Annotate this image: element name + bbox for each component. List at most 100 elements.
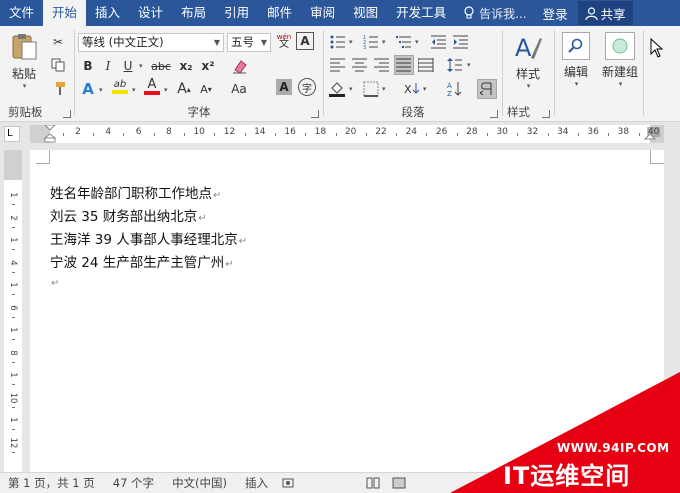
indent-marker-icon[interactable] — [43, 125, 57, 143]
highlight-button[interactable]: ab — [110, 77, 130, 97]
clipboard-launcher-icon[interactable] — [63, 110, 71, 118]
enclose-characters-button[interactable]: 字 — [298, 78, 316, 96]
tab-design[interactable]: 设计 — [129, 0, 172, 26]
paragraph-launcher-icon[interactable] — [490, 110, 498, 118]
document-line[interactable]: 刘云 35 财务部出纳北京↵ — [50, 205, 207, 225]
new-group-dropdown-icon[interactable]: ▾ — [599, 80, 642, 88]
character-shading-button[interactable]: A — [276, 79, 292, 95]
separator — [323, 30, 324, 116]
font-color-dropdown-icon[interactable]: ▾ — [164, 86, 168, 94]
document-line[interactable]: 宁波 24 生产部生产主管广州↵ — [50, 251, 234, 271]
text-effects-button[interactable]: A — [78, 79, 98, 99]
line-spacing-icon[interactable] — [445, 55, 465, 75]
share-button[interactable]: 共享 — [577, 1, 633, 25]
document-line[interactable]: ↵ — [50, 274, 59, 290]
read-mode-icon[interactable] — [366, 477, 380, 489]
paste-button[interactable]: 粘贴 ▾ — [6, 32, 42, 90]
print-layout-icon[interactable] — [392, 477, 406, 489]
editing-dropdown-icon[interactable]: ▾ — [559, 80, 594, 88]
text-effects-dropdown-icon[interactable]: ▾ — [99, 86, 103, 94]
ruler-tick-label: 8 — [166, 127, 172, 137]
shading-bucket-icon[interactable] — [328, 79, 348, 99]
character-border-button[interactable]: A — [296, 32, 314, 50]
styles-launcher-icon[interactable] — [542, 110, 550, 118]
change-case-button[interactable]: Aa — [226, 79, 252, 99]
format-painter-icon[interactable] — [48, 78, 68, 98]
line-spacing-dropdown-icon[interactable]: ▾ — [467, 61, 471, 69]
ruler-tick-mark — [365, 133, 367, 136]
paste-dropdown-icon[interactable]: ▾ — [7, 82, 42, 90]
bullets-icon[interactable] — [328, 32, 348, 52]
justify-icon[interactable] — [394, 55, 414, 75]
cut-icon[interactable]: ✂ — [48, 32, 68, 52]
tab-developer[interactable]: 开发工具 — [387, 0, 455, 26]
vertical-ruler[interactable]: 1 2 1 4 1 6 1 8 1 10 1 12 — [4, 150, 22, 472]
font-size-dropdown[interactable]: 五号 ▼ — [227, 33, 271, 52]
login-button[interactable]: 登录 — [535, 4, 576, 23]
align-left-icon[interactable] — [328, 55, 348, 75]
underline-button[interactable]: U — [118, 56, 138, 76]
borders-dropdown-icon[interactable]: ▾ — [382, 85, 386, 93]
sort-icon[interactable]: AZ — [445, 79, 465, 99]
distributed-icon[interactable] — [416, 55, 436, 75]
bold-button[interactable]: B — [78, 56, 98, 76]
copy-icon[interactable] — [48, 55, 68, 75]
right-indent-marker-icon[interactable] — [644, 134, 656, 142]
tab-layout[interactable]: 布局 — [172, 0, 215, 26]
multilevel-list-icon[interactable] — [394, 32, 414, 52]
tell-me-text: 告诉我... — [479, 6, 527, 21]
document-line[interactable]: 王海洋 39 人事部人事经理北京↵ — [50, 228, 247, 248]
font-name-dropdown[interactable]: 等线 (中文正文) ▼ — [78, 33, 224, 52]
font-color-button[interactable]: A — [142, 77, 162, 97]
tab-insert[interactable]: 插入 — [86, 0, 129, 26]
tab-references[interactable]: 引用 — [215, 0, 258, 26]
page-count[interactable]: 第 1 页，共 1 页 — [8, 475, 95, 491]
shrink-font-button[interactable]: A ▾ — [196, 79, 216, 99]
new-group-button[interactable]: 新建组 ▾ — [598, 32, 642, 88]
ruler-tick-mark — [93, 133, 95, 136]
align-center-icon[interactable] — [350, 55, 370, 75]
strikethrough-button[interactable]: abc — [148, 56, 174, 76]
italic-button[interactable]: I — [98, 56, 118, 76]
asian-layout-dropdown-icon[interactable]: ▾ — [423, 85, 427, 93]
multilevel-dropdown-icon[interactable]: ▾ — [415, 38, 419, 46]
tab-mailings[interactable]: 邮件 — [258, 0, 301, 26]
tab-view[interactable]: 视图 — [344, 0, 387, 26]
chevron-down-icon: ▼ — [260, 38, 267, 47]
horizontal-ruler[interactable]: 2 4 6 8 10 12 14 16 18 20 22 24 26 28 30 32 34 36 38 40 — [30, 125, 664, 143]
insert-mode[interactable]: 插入 — [245, 475, 268, 491]
ruler-tick-mark — [456, 133, 458, 136]
language-indicator[interactable]: 中文(中国) — [172, 475, 227, 491]
crop-mark-top-right — [650, 150, 664, 164]
increase-indent-icon[interactable] — [451, 32, 471, 52]
show-marks-icon[interactable] — [477, 79, 497, 99]
editing-button[interactable]: 编辑 ▾ — [558, 32, 594, 88]
tab-review[interactable]: 审阅 — [301, 0, 344, 26]
document-line[interactable]: 姓名年龄部门职称工作地点↵ — [50, 182, 221, 202]
styles-dropdown-icon[interactable]: ▾ — [508, 82, 549, 90]
superscript-button[interactable]: x² — [198, 56, 218, 76]
word-count[interactable]: 47 个字 — [113, 475, 154, 491]
bullets-dropdown-icon[interactable]: ▾ — [349, 38, 353, 46]
borders-icon[interactable] — [361, 79, 381, 99]
numbering-dropdown-icon[interactable]: ▾ — [382, 38, 386, 46]
grow-font-button[interactable]: A ▴ — [174, 79, 194, 99]
clear-formatting-icon[interactable] — [230, 56, 250, 76]
font-launcher-icon[interactable] — [311, 110, 319, 118]
styles-button[interactable]: A 样式 ▾ — [507, 32, 549, 90]
phonetic-guide-button[interactable]: wén 文 — [274, 31, 294, 51]
asian-layout-icon[interactable]: X — [401, 79, 421, 99]
align-right-icon[interactable] — [372, 55, 392, 75]
underline-dropdown-icon[interactable]: ▾ — [139, 62, 143, 70]
numbering-icon[interactable]: 123 — [361, 32, 381, 52]
tab-home[interactable]: 开始 — [43, 0, 87, 26]
subscript-button[interactable]: x₂ — [176, 56, 196, 76]
macro-record-icon[interactable] — [282, 477, 294, 489]
line-text: 王海洋 39 人事部人事经理北京 — [50, 232, 238, 248]
highlight-dropdown-icon[interactable]: ▾ — [132, 86, 136, 94]
tell-me-box[interactable]: 告诉我... — [455, 5, 534, 22]
tab-file[interactable]: 文件 — [0, 0, 43, 26]
tab-selector[interactable]: L — [4, 126, 20, 142]
shading-dropdown-icon[interactable]: ▾ — [349, 85, 353, 93]
decrease-indent-icon[interactable] — [429, 32, 449, 52]
